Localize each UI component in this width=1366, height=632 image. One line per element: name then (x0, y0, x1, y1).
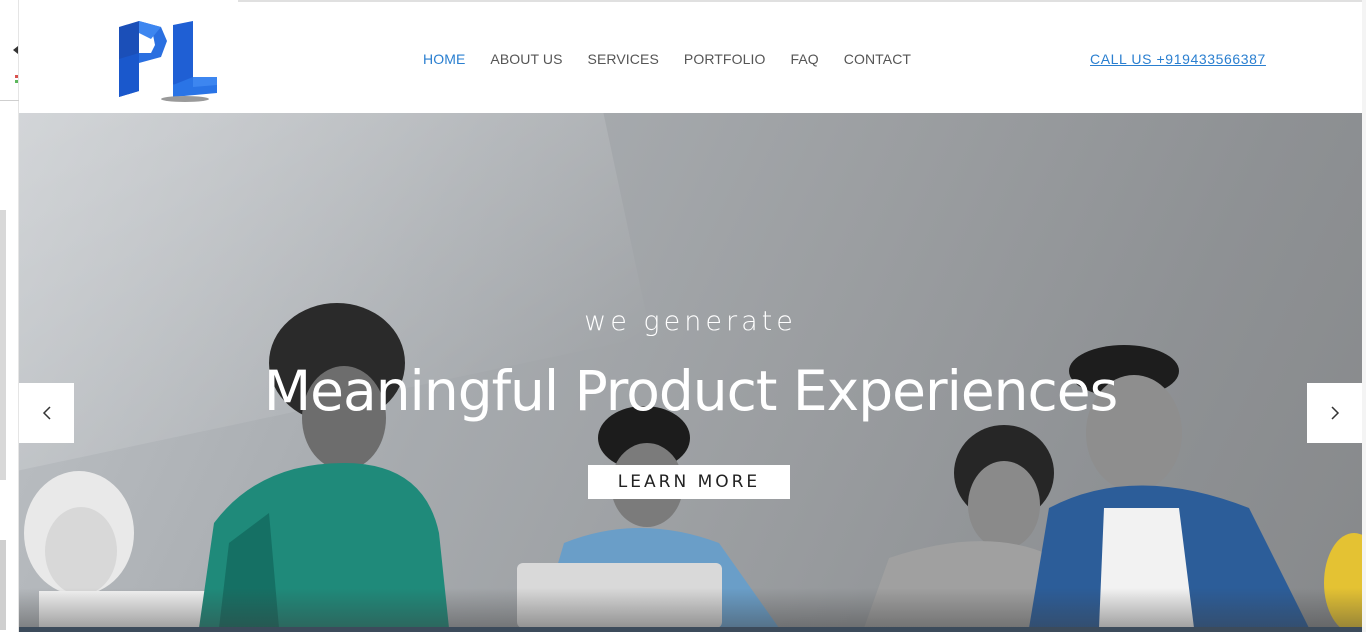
browser-side-panel (0, 0, 19, 632)
slider-next-button[interactable] (1307, 383, 1362, 443)
status-dots-icon (15, 75, 18, 89)
slider-prev-button[interactable] (19, 383, 74, 443)
hero-headline: Meaningful Product Experiences (263, 359, 1119, 423)
taskbar-strip (19, 627, 1362, 632)
side-scrollbar-lower (0, 540, 6, 630)
nav-about-us[interactable]: ABOUT US (490, 51, 562, 67)
chevron-right-icon (1330, 406, 1339, 420)
side-scrollbar[interactable] (0, 210, 6, 480)
learn-more-button[interactable]: LEARN MORE (588, 465, 790, 499)
collapse-arrow-icon[interactable] (13, 46, 18, 54)
nav-portfolio[interactable]: PORTFOLIO (684, 51, 766, 67)
hero-bottom-shade (19, 588, 1362, 628)
main-nav: HOME ABOUT US SERVICES PORTFOLIO FAQ CON… (423, 51, 936, 67)
site-logo[interactable] (117, 19, 221, 103)
hero-slider: we generate Meaningful Product Experienc… (19, 113, 1362, 628)
nav-contact[interactable]: CONTACT (844, 51, 911, 67)
hero-eyebrow: we generate (584, 306, 797, 337)
pl-logo-icon (119, 21, 217, 102)
nav-faq[interactable]: FAQ (790, 51, 818, 67)
divider (0, 100, 19, 101)
page-scrollbar[interactable] (1362, 0, 1366, 632)
site-header: HOME ABOUT US SERVICES PORTFOLIO FAQ CON… (19, 4, 1362, 113)
top-divider (238, 0, 1366, 2)
chevron-left-icon (42, 406, 51, 420)
call-us-link[interactable]: CALL US +919433566387 (1090, 51, 1266, 67)
nav-home[interactable]: HOME (423, 51, 465, 67)
nav-services[interactable]: SERVICES (588, 51, 659, 67)
